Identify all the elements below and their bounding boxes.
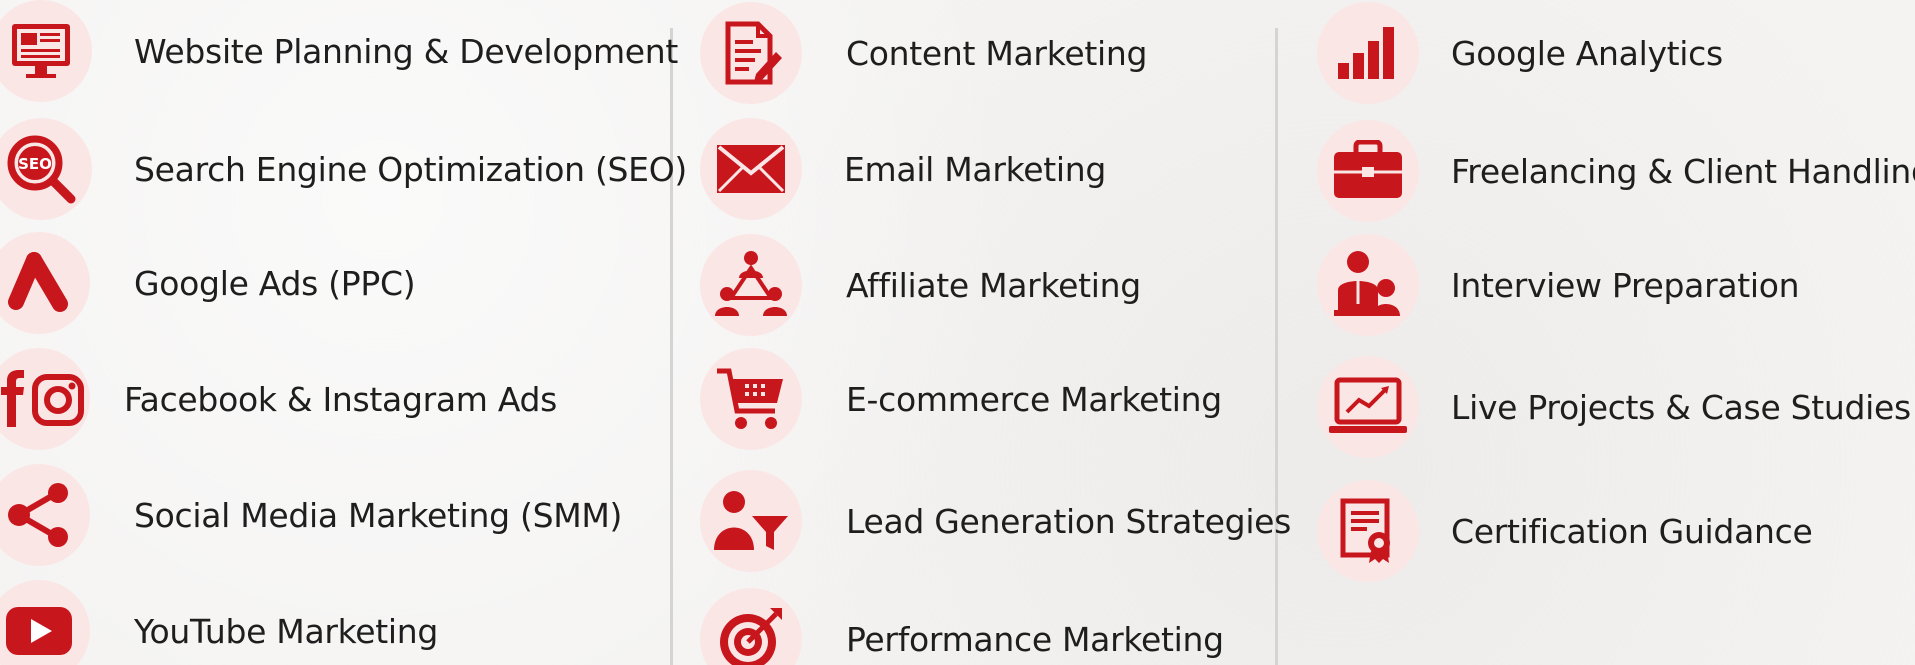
shopping-cart-icon <box>717 368 783 429</box>
icon-bubble <box>1317 480 1419 582</box>
item-label: Search Engine Optimization (SEO) <box>134 149 687 189</box>
list-item-youtube: YouTube Marketing <box>0 580 438 665</box>
icon-bubble <box>700 234 802 336</box>
item-label: Freelancing & Client Handling <box>1451 151 1915 191</box>
item-label: Affiliate Marketing <box>846 265 1141 305</box>
icon-bubble <box>0 348 90 450</box>
list-item-performance-marketing: Performance Marketing <box>700 588 1224 665</box>
list-item-google-ads: Google Ads (PPC) <box>0 232 416 334</box>
share-icon <box>8 483 68 547</box>
list-item-freelancing: Freelancing & Client Handling <box>1317 120 1915 222</box>
item-label: Google Analytics <box>1451 33 1723 73</box>
briefcase-icon <box>1334 140 1402 198</box>
network-people-icon <box>715 251 787 316</box>
item-label: Website Planning & Development <box>134 31 679 71</box>
item-label: Live Projects & Case Studies <box>1451 387 1911 427</box>
person-funnel-icon <box>714 491 788 550</box>
column-1: Website Planning & Development SEO Searc… <box>0 0 687 665</box>
list-item-live-projects: Live Projects & Case Studies <box>1317 356 1911 458</box>
icon-bubble <box>700 588 802 665</box>
list-item-google-analytics: Google Analytics <box>1317 2 1723 104</box>
item-label: Lead Generation Strategies <box>846 501 1292 541</box>
target-arrow-icon <box>720 608 782 665</box>
list-item-content-marketing: Content Marketing <box>700 2 1147 104</box>
svg-text:SEO: SEO <box>18 155 52 173</box>
youtube-icon <box>6 607 72 655</box>
certificate-icon <box>1340 498 1390 563</box>
icon-bubble <box>0 580 90 665</box>
bar-chart-icon <box>1338 27 1394 79</box>
item-label: E-commerce Marketing <box>846 379 1222 419</box>
list-item-website-planning: Website Planning & Development <box>0 0 678 102</box>
envelope-icon <box>717 145 785 193</box>
interview-icon <box>1334 251 1400 316</box>
icon-bubble <box>0 232 90 334</box>
list-item-email-marketing: Email Marketing <box>700 118 1106 220</box>
icon-bubble <box>1317 120 1419 222</box>
icon-bubble <box>1317 234 1419 336</box>
list-item-facebook-instagram: Facebook & Instagram Ads <box>0 348 557 450</box>
list-item-affiliate-marketing: Affiliate Marketing <box>700 234 1141 336</box>
item-label: Facebook & Instagram Ads <box>124 379 558 419</box>
laptop-chart-icon <box>1329 377 1407 433</box>
list-item-certification-guidance: Certification Guidance <box>1317 480 1813 582</box>
icon-bubble <box>0 0 92 102</box>
item-label: Content Marketing <box>846 33 1148 73</box>
item-label: Performance Marketing <box>846 619 1224 659</box>
list-item-ecommerce-marketing: E-commerce Marketing <box>700 348 1222 450</box>
item-label: Google Ads (PPC) <box>134 263 416 303</box>
icon-bubble <box>700 348 802 450</box>
list-item-seo: SEO Search Engine Optimization (SEO) <box>0 118 687 220</box>
list-item-smm: Social Media Marketing (SMM) <box>0 464 622 566</box>
icon-bubble <box>700 470 802 572</box>
item-label: Social Media Marketing (SMM) <box>134 495 623 535</box>
icon-bubble <box>1317 2 1419 104</box>
icon-bubble <box>700 2 802 104</box>
monitor-document-icon <box>12 24 70 78</box>
icon-bubble <box>1317 356 1419 458</box>
list-item-lead-generation: Lead Generation Strategies <box>700 470 1291 572</box>
item-label: Email Marketing <box>844 149 1107 189</box>
document-pen-icon <box>725 21 782 85</box>
seo-magnifier-icon: SEO <box>7 135 76 204</box>
list-item-interview-preparation: Interview Preparation <box>1317 234 1800 336</box>
item-label: Certification Guidance <box>1451 511 1813 551</box>
item-label: Interview Preparation <box>1451 265 1800 305</box>
facebook-instagram-icon <box>1 370 84 427</box>
icon-bubble: SEO <box>0 118 92 220</box>
icon-bubble <box>700 118 802 220</box>
icon-bubble <box>0 464 90 566</box>
item-label: YouTube Marketing <box>134 611 439 651</box>
column-2: Content Marketing Email Marketing Affili… <box>670 0 1291 665</box>
google-ads-icon <box>8 252 68 312</box>
column-3: Google Analytics Freelancing & Client Ha… <box>1275 0 1915 665</box>
